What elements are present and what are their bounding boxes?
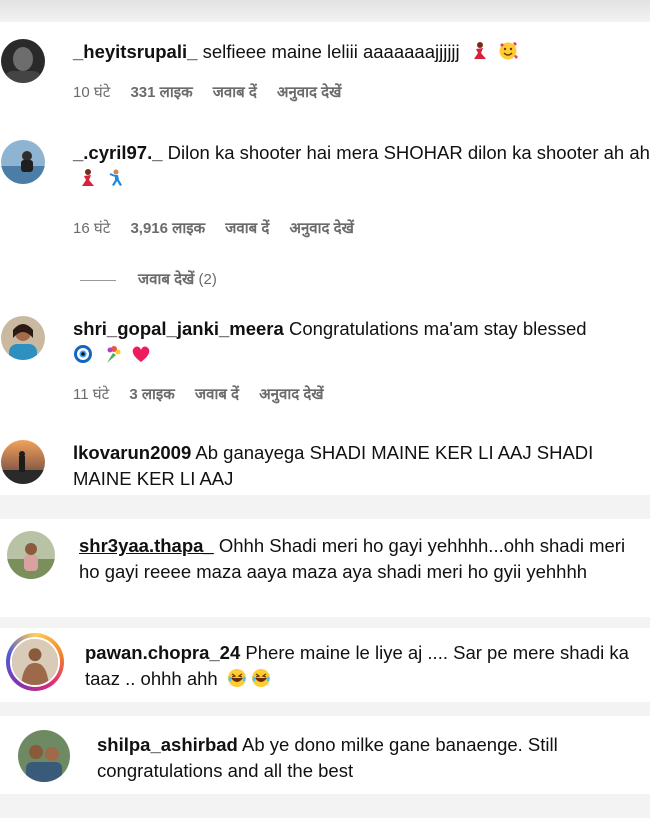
comment-body: shri_gopal_janki_meera Congratulations m…: [73, 316, 643, 371]
reply-button[interactable]: जवाब दें: [225, 220, 269, 237]
reply-button[interactable]: जवाब दें: [213, 84, 257, 101]
translate-button[interactable]: अनुवाद देखें: [259, 386, 323, 403]
comment-body: shilpa_ashirbad Ab ye dono milke gane ba…: [97, 732, 645, 784]
avatar[interactable]: [10, 637, 60, 687]
comment-body: _.cyril97._ Dilon ka shooter hai mera SH…: [73, 140, 650, 195]
comment-meta: 10 घंटे 331 लाइक जवाब दें अनुवाद देखें: [73, 82, 357, 102]
comment-username[interactable]: _.cyril97._: [73, 142, 163, 163]
avatar[interactable]: [1, 39, 45, 83]
avatar[interactable]: [1, 440, 45, 484]
comment-text: Dilon ka shooter hai mera SHOHAR dilon k…: [167, 142, 650, 163]
avatar[interactable]: [18, 730, 70, 782]
man-dancing-emoji: [106, 168, 126, 195]
comment-username[interactable]: shilpa_ashirbad: [97, 734, 238, 755]
comment-item: _heyitsrupali_ selfieee maine leliii aaa…: [0, 22, 650, 132]
comment-meta: 16 घंटे 3,916 लाइक जवाब दें अनुवाद देखें: [73, 218, 370, 238]
comment-time: 10 घंटे: [73, 84, 111, 101]
avatar[interactable]: [1, 140, 45, 184]
comment-item: lkovarun2009 Ab ganayega SHADI MAINE KER…: [0, 418, 650, 495]
comment-username[interactable]: pawan.chopra_24: [85, 642, 240, 663]
likes-count[interactable]: 331 लाइक: [130, 84, 192, 101]
likes-count[interactable]: 3 लाइक: [129, 386, 174, 403]
translate-button[interactable]: अनुवाद देखें: [290, 220, 354, 237]
translate-button[interactable]: अनुवाद देखें: [277, 84, 341, 101]
comment-card: pawan.chopra_24 Phere maine le liye aj .…: [0, 628, 650, 702]
reply-button[interactable]: जवाब दें: [195, 386, 239, 403]
replies-count: (2): [198, 271, 217, 288]
comments-panel-main: _heyitsrupali_ selfieee maine leliii aaa…: [0, 22, 650, 495]
comment-time: 11 घंटे: [73, 386, 110, 403]
likes-count[interactable]: 3,916 लाइक: [130, 220, 205, 237]
view-replies-label: जवाब देखें: [138, 271, 195, 288]
screenshot-top-shade: [0, 0, 650, 22]
comment-username[interactable]: shri_gopal_janki_meera: [73, 318, 284, 339]
comment-item: _.cyril97._ Dilon ka shooter hai mera SH…: [0, 132, 650, 298]
heart-emoji: [131, 344, 151, 371]
comment-meta: 11 घंटे 3 लाइक जवाब दें अनुवाद देखें: [73, 384, 340, 404]
comment-body: lkovarun2009 Ab ganayega SHADI MAINE KER…: [73, 440, 643, 492]
comment-username[interactable]: lkovarun2009: [73, 442, 191, 463]
comment-body: _heyitsrupali_ selfieee maine leliii aaa…: [73, 39, 643, 68]
nazar-amulet-emoji: [73, 344, 93, 371]
dancer-emoji: [469, 41, 489, 68]
dancer-emoji: [77, 168, 97, 195]
comment-card: shr3yaa.thapa_ Ohhh Shadi meri ho gayi y…: [0, 519, 650, 617]
comment-body: pawan.chopra_24 Phere maine le liye aj .…: [85, 640, 645, 695]
avatar[interactable]: [1, 316, 45, 360]
avatar[interactable]: [7, 531, 55, 579]
laughing-emoji: [227, 668, 247, 695]
bouquet-emoji: [102, 344, 122, 371]
smiling-hearts-emoji: [498, 41, 518, 68]
comment-text: Congratulations ma'am stay blessed: [288, 318, 587, 339]
comment-username[interactable]: shr3yaa.thapa_: [79, 535, 214, 556]
comment-username[interactable]: _heyitsrupali_: [73, 41, 197, 62]
view-replies-button[interactable]: जवाब देखें (2): [80, 269, 217, 289]
comment-card: shilpa_ashirbad Ab ye dono milke gane ba…: [0, 716, 650, 794]
comment-time: 16 घंटे: [73, 220, 111, 237]
laughing-emoji: [251, 668, 271, 695]
comment-body: shr3yaa.thapa_ Ohhh Shadi meri ho gayi y…: [79, 533, 644, 585]
comment-item: shri_gopal_janki_meera Congratulations m…: [0, 298, 650, 418]
replies-divider: [80, 279, 116, 281]
comment-text: selfieee maine leliii aaaaaaajjjjjj: [202, 41, 460, 62]
